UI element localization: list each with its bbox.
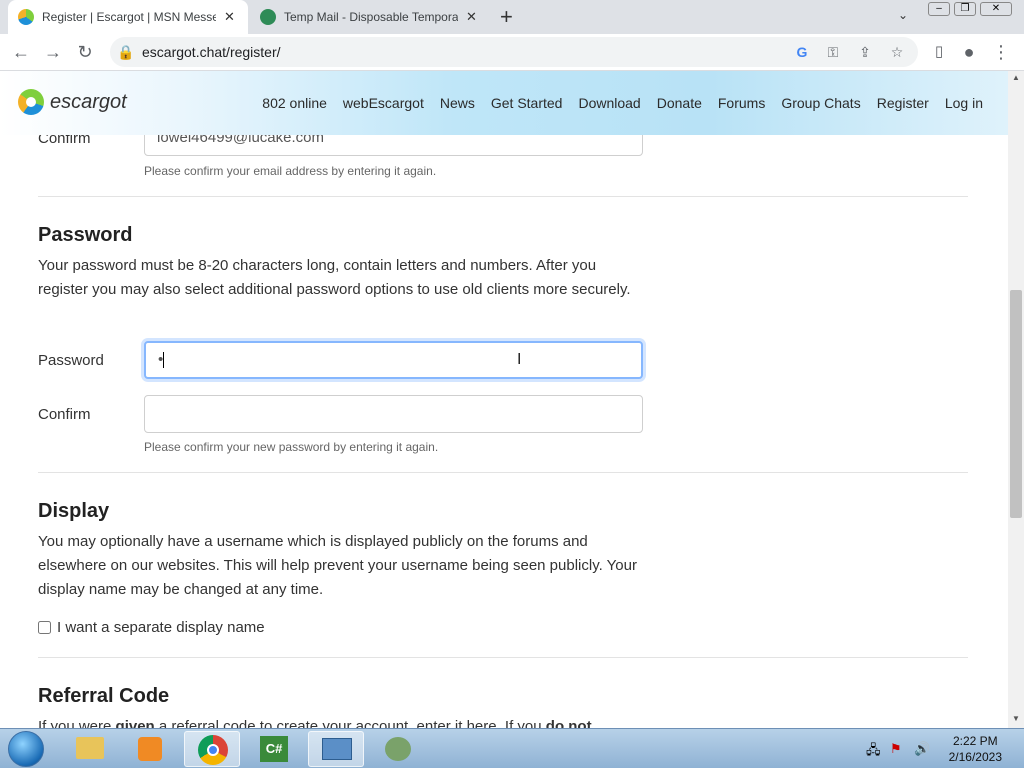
email-confirm-label: Confirm <box>38 135 91 147</box>
minimize-icon[interactable]: – <box>928 2 950 16</box>
chrome-icon-center <box>207 744 219 756</box>
window-close-icon[interactable]: ✕ <box>980 2 1012 16</box>
nav-news[interactable]: News <box>440 95 475 111</box>
text-caret <box>163 352 165 369</box>
nav-donate[interactable]: Donate <box>657 95 702 111</box>
display-name-option: I want a separate display name <box>38 619 265 636</box>
taskbar-network-app[interactable] <box>370 731 426 767</box>
nav-webescargot[interactable]: webEscargot <box>343 95 424 111</box>
new-tab-button[interactable]: + <box>500 4 513 30</box>
clock-time: 2:22 PM <box>952 734 998 748</box>
taskbar-chrome[interactable] <box>184 731 240 767</box>
password-confirm-label: Confirm <box>38 406 91 423</box>
logo-text: escargot <box>50 90 127 113</box>
referral-description: If you were given a referral code to cre… <box>38 715 658 728</box>
tab-temp-mail[interactable]: Temp Mail - Disposable Temporary Email ✕ <box>250 0 490 34</box>
escargot-logo-icon <box>18 89 44 115</box>
address-bar[interactable]: 🔒 escargot.chat/register/ G ⚿ ⇪ ☆ <box>110 37 918 67</box>
nav-download[interactable]: Download <box>578 95 640 111</box>
clock-date: 2/16/2023 <box>948 750 1002 764</box>
scrollbar-thumb[interactable] <box>1010 290 1022 518</box>
register-form: Confirm lowel46499@lucake.com Please con… <box>0 135 1008 728</box>
display-description: You may optionally have a username which… <box>38 533 637 598</box>
folder-icon <box>76 737 104 759</box>
nav-group-chats[interactable]: Group Chats <box>781 95 860 111</box>
windows-taskbar: C# 🖧 ⚑ 🔊 2:22 PM 2/16/2023 <box>0 728 1024 768</box>
forward-arrow-icon[interactable]: → <box>40 39 66 65</box>
taskbar-app-window[interactable] <box>308 731 364 767</box>
key-icon[interactable]: ⚿ <box>823 42 843 62</box>
display-name-checkbox[interactable] <box>38 621 51 634</box>
display-name-checkbox-label[interactable]: I want a separate display name <box>57 619 265 636</box>
tab-search-icon[interactable]: ⌄ <box>898 8 908 22</box>
password-heading: Password <box>38 224 133 246</box>
password-confirm-help: Please confirm your new password by ente… <box>144 440 439 454</box>
browser-toolbar: ← → ↻ 🔒 escargot.chat/register/ G ⚿ ⇪ ☆ … <box>0 34 1024 71</box>
start-button[interactable] <box>8 731 44 767</box>
taskbar-clock[interactable]: 2:22 PM 2/16/2023 <box>949 733 1002 765</box>
tab-register[interactable]: Register | Escargot | MSN Messenger ✕ <box>8 0 248 34</box>
display-heading: Display <box>38 500 110 522</box>
nav-register[interactable]: Register <box>877 95 929 111</box>
taskbar-explorer[interactable] <box>62 731 118 767</box>
window-controls: – ❐ ✕ <box>928 2 1018 18</box>
temp-mail-favicon-icon <box>260 9 276 25</box>
site-nav: 802 online webEscargot News Get Started … <box>246 95 983 111</box>
referral-text-bold-do-not: do not <box>545 718 592 728</box>
restore-icon[interactable]: ❐ <box>954 2 976 16</box>
share-icon[interactable]: ⇪ <box>855 42 875 62</box>
tab-title: Temp Mail - Disposable Temporary Email <box>284 10 458 24</box>
escargot-logo[interactable]: escargot <box>18 89 127 115</box>
media-player-icon <box>138 737 162 761</box>
menu-kebab-icon[interactable]: ⋮ <box>988 39 1014 65</box>
referral-text-mid: a referral code to create your account, … <box>154 718 546 728</box>
nav-forums[interactable]: Forums <box>718 95 765 111</box>
taskbar-csharp-app[interactable]: C# <box>246 731 302 767</box>
csharp-icon: C# <box>260 736 288 762</box>
browser-tab-strip: Register | Escargot | MSN Messenger ✕ Te… <box>0 0 1024 34</box>
reload-icon[interactable]: ↻ <box>72 39 98 65</box>
nav-get-started[interactable]: Get Started <box>491 95 563 111</box>
password-description: Your password must be 8-20 characters lo… <box>38 257 631 298</box>
app-window-icon <box>322 738 352 760</box>
text-cursor-icon: I <box>517 351 522 368</box>
section-divider <box>38 657 968 658</box>
email-confirm-value: lowel46499@lucake.com <box>157 135 324 146</box>
action-center-icon[interactable]: ⚑ <box>890 741 902 757</box>
referral-text-start: If you were <box>38 718 116 728</box>
lock-icon[interactable]: 🔒 <box>116 42 136 62</box>
nav-login[interactable]: Log in <box>945 95 983 111</box>
referral-text-bold-given: given <box>115 718 155 728</box>
bookmark-star-icon[interactable]: ☆ <box>887 42 907 62</box>
close-tab-icon[interactable]: ✕ <box>224 9 235 25</box>
password-label: Password <box>38 352 104 369</box>
password-field[interactable]: • <box>144 341 643 379</box>
back-arrow-icon[interactable]: ← <box>8 39 34 65</box>
volume-icon[interactable]: 🔊 <box>914 741 930 757</box>
email-confirm-help: Please confirm your email address by ent… <box>144 164 437 178</box>
referral-heading: Referral Code <box>38 685 170 707</box>
scroll-up-arrow-icon[interactable]: ▲ <box>1012 73 1020 82</box>
close-tab-icon[interactable]: ✕ <box>466 9 477 25</box>
scroll-down-arrow-icon[interactable]: ▼ <box>1012 714 1020 723</box>
escargot-favicon-icon <box>18 9 34 25</box>
nav-online-count: 802 online <box>262 95 327 111</box>
url-text[interactable]: escargot.chat/register/ <box>142 44 281 60</box>
taskbar-media-player[interactable] <box>122 731 178 767</box>
network-app-icon <box>385 737 411 761</box>
email-confirm-field[interactable]: lowel46499@lucake.com <box>144 135 643 156</box>
side-panel-icon[interactable]: ▯ <box>926 39 952 65</box>
tab-title: Register | Escargot | MSN Messenger <box>42 10 216 24</box>
section-divider <box>38 196 968 197</box>
section-divider <box>38 472 968 473</box>
password-confirm-field[interactable] <box>144 395 643 433</box>
network-tray-icon[interactable]: 🖧 <box>866 741 881 763</box>
profile-avatar-icon[interactable]: ● <box>956 39 982 65</box>
google-lens-icon[interactable]: G <box>792 42 812 62</box>
site-header: escargot 802 online webEscargot News Get… <box>0 71 1008 135</box>
